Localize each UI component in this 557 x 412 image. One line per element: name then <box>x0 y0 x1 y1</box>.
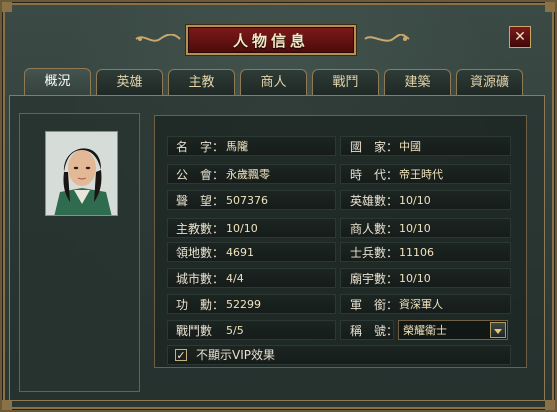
title-select[interactable]: 榮耀衛士 <box>398 320 508 340</box>
info-row: 領地數： 4691 <box>167 242 336 262</box>
corner-ornament <box>545 400 555 410</box>
info-row: 英雄數： 10/10 <box>340 190 511 210</box>
title-select-value: 榮耀衛士 <box>403 324 447 337</box>
country-value: 中國 <box>399 140 421 153</box>
corner-ornament <box>545 2 555 12</box>
window-title-plate: 人物信息 <box>186 25 356 55</box>
hide-vip-label: 不顯示VIP效果 <box>196 348 275 362</box>
era-label: 時 代： <box>350 168 399 182</box>
rank-label: 軍 銜： <box>350 298 399 312</box>
tab-heroes[interactable]: 英雄 <box>96 69 163 95</box>
dropdown-button[interactable] <box>490 322 506 338</box>
territory-label: 領地數： <box>176 246 225 260</box>
tab-label: 英雄 <box>116 75 143 90</box>
tab-label: 資源礦 <box>469 75 509 90</box>
era-value: 帝王時代 <box>399 168 443 181</box>
character-portrait <box>45 131 118 216</box>
title-scroll-ornament-right <box>364 34 410 42</box>
close-button[interactable]: ✕ <box>509 26 531 48</box>
info-row: 軍 銜： 資深軍人 <box>340 294 511 314</box>
info-row: 功 勳： 52299 <box>167 294 336 314</box>
info-row: 公 會： 永歲飄零 <box>167 164 336 184</box>
rank-value: 資深軍人 <box>399 298 443 311</box>
temple-label: 廟宇數： <box>350 272 399 286</box>
info-row: 名 字： 馬隴 <box>167 136 336 156</box>
merchant-count-value: 10/10 <box>399 222 431 235</box>
info-row: 城市數： 4/4 <box>167 268 336 288</box>
tab-merchants[interactable]: 商人 <box>240 69 307 95</box>
bishop-count-value: 10/10 <box>226 222 258 235</box>
merit-label: 功 勳： <box>176 298 225 312</box>
tab-battles[interactable]: 戰鬥 <box>312 69 379 95</box>
merit-value: 52299 <box>226 298 261 311</box>
title-scroll-ornament-left <box>135 34 181 42</box>
tab-resource-mines[interactable]: 資源礦 <box>456 69 523 95</box>
guild-label: 公 會： <box>176 168 225 182</box>
name-label: 名 字： <box>176 140 225 154</box>
city-value: 4/4 <box>226 272 244 285</box>
tab-label: 建築 <box>404 75 431 90</box>
fame-label: 聲 望： <box>176 194 225 208</box>
info-row: 商人數： 10/10 <box>340 218 511 238</box>
battle-label: 戰鬥數 <box>176 324 213 338</box>
tab-label: 概況 <box>44 74 71 89</box>
hide-vip-checkbox[interactable]: ✓ <box>175 349 187 361</box>
info-row: 稱 號： <box>340 320 398 340</box>
info-row: 士兵數： 11106 <box>340 242 511 262</box>
info-row: 國 家： 中國 <box>340 136 511 156</box>
corner-ornament <box>2 400 12 410</box>
info-row: 聲 望： 507376 <box>167 190 336 210</box>
corner-ornament <box>2 2 12 12</box>
fame-value: 507376 <box>226 194 268 207</box>
title-label: 稱 號： <box>350 324 399 338</box>
tab-label: 商人 <box>260 75 287 90</box>
tab-label: 戰鬥 <box>332 75 359 90</box>
character-portrait-image <box>46 132 117 215</box>
battle-value: 5/5 <box>226 324 244 337</box>
info-row: 廟宇數： 10/10 <box>340 268 511 288</box>
merchant-count-label: 商人數： <box>350 222 399 236</box>
window-title: 人物信息 <box>232 31 309 50</box>
hero-count-label: 英雄數： <box>350 194 399 208</box>
info-row: 主教數： 10/10 <box>167 218 336 238</box>
chevron-down-icon <box>494 329 502 334</box>
tab-bishops[interactable]: 主教 <box>168 69 235 95</box>
bishop-count-label: 主教數： <box>176 222 225 236</box>
soldiers-label: 士兵數： <box>350 246 399 260</box>
tab-buildings[interactable]: 建築 <box>384 69 451 95</box>
city-label: 城市數： <box>176 272 225 286</box>
tab-label: 主教 <box>188 75 215 90</box>
tab-overview[interactable]: 概況 <box>24 68 91 96</box>
info-row: 時 代： 帝王時代 <box>340 164 511 184</box>
guild-value: 永歲飄零 <box>226 168 270 181</box>
temple-value: 10/10 <box>399 272 431 285</box>
close-icon: ✕ <box>514 29 526 45</box>
name-value: 馬隴 <box>226 140 248 153</box>
info-row: 戰鬥數 5/5 <box>167 320 336 340</box>
country-label: 國 家： <box>350 140 399 154</box>
territory-value: 4691 <box>226 246 254 259</box>
checkmark-icon: ✓ <box>176 349 186 362</box>
soldiers-value: 11106 <box>399 246 434 259</box>
hero-count-value: 10/10 <box>399 194 431 207</box>
